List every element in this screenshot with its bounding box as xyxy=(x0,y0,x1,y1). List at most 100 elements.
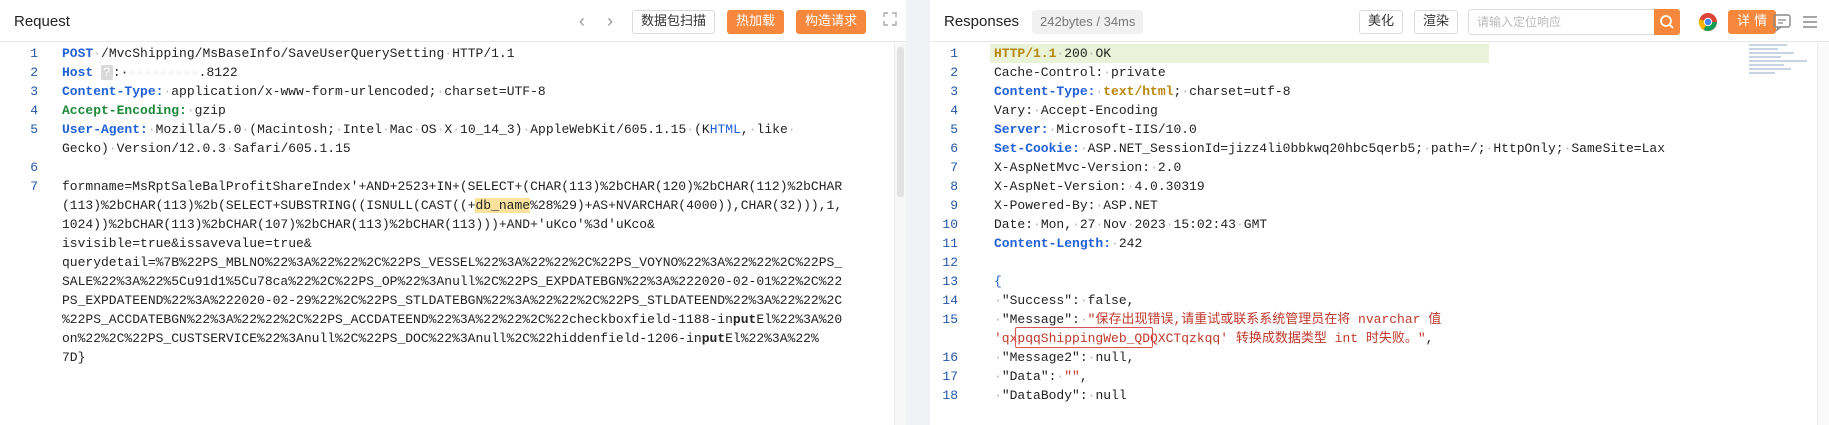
hot-load-button[interactable]: 热加载 xyxy=(727,10,785,34)
line-text: Date:·Mon,·27·Nov·2023·15:02:43·GMT xyxy=(994,215,1267,234)
code-line[interactable]: querydetail=%7B%22PS_MBLNO%22%3A%22%22%2… xyxy=(0,253,906,272)
line-text: ·"Data":·"", xyxy=(994,367,1088,386)
token: 10_14_3) xyxy=(460,122,523,137)
token: · xyxy=(1079,293,1088,308)
code-line[interactable]: 4 Accept-Encoding:·gzip xyxy=(0,101,906,120)
token: · xyxy=(787,122,796,137)
token: X-Powered-By: xyxy=(994,198,1096,213)
code-line[interactable]: 3 Content-Type:·text/html;·charset=utf-8 xyxy=(930,82,1829,101)
token: · xyxy=(108,141,117,156)
token: · xyxy=(444,46,453,61)
code-line[interactable]: on%22%2C%22PS_CUSTSERVICE%22%3Anull%2C%2… xyxy=(0,329,906,348)
code-line[interactable]: 7 formname=MsRptSaleBalProfitShareIndex'+… xyxy=(0,177,906,196)
response-minimap[interactable] xyxy=(1749,44,1813,84)
token: AppleWebKit/605.1.15 xyxy=(530,122,687,137)
token: Mon, xyxy=(1040,217,1073,232)
line-number: 12 xyxy=(942,255,958,270)
menu-icon[interactable] xyxy=(1798,10,1822,34)
code-line[interactable]: 9 X-Powered-By:·ASP.NET xyxy=(930,196,1829,215)
code-line[interactable]: 5 User-Agent:·Mozilla/5.0·(Macintosh;·Int… xyxy=(0,120,906,139)
code-line[interactable]: 2 Host ?:··········.8122 xyxy=(0,63,906,82)
token: 1024))%2bCHAR(113)%2bCHAR(107)%2bCHAR(11… xyxy=(62,217,655,232)
line-text: { xyxy=(994,272,1002,291)
token: POST xyxy=(62,46,94,61)
code-line[interactable]: PS_EXPDATEEND%22%3A%222020-02-29%22%2C%2… xyxy=(0,291,906,310)
code-line[interactable]: 6 Set-Cookie:·ASP.NET_SessionId=jizz4li0b… xyxy=(930,139,1829,158)
request-header: Request ‹ › 数据包扫描 热加载 构造请求 xyxy=(0,0,906,42)
code-line[interactable]: 8 X-AspNet-Version:·4.0.30319 xyxy=(930,177,1829,196)
response-meta-badge: 242bytes / 34ms xyxy=(1032,10,1144,34)
code-line[interactable]: 3 Content-Type:·application/x-www-form-ur… xyxy=(0,82,906,101)
token: "DataBody": xyxy=(1001,388,1088,403)
token: %28%29)+AS+NVARCHAR(4000)),CHAR(32))),1, xyxy=(530,198,843,213)
line-number: 1 xyxy=(950,46,958,61)
code-line[interactable]: 16 ·"Message2":·null, xyxy=(930,348,1829,367)
line-text: on%22%2C%22PS_CUSTSERVICE%22%3Anull%2C%2… xyxy=(62,329,819,348)
code-line[interactable]: 12 xyxy=(930,253,1829,272)
token: · xyxy=(1165,217,1174,232)
render-button[interactable]: 渲染 xyxy=(1414,10,1459,34)
build-request-button[interactable]: 构造请求 xyxy=(796,10,867,34)
code-line[interactable]: 18 ·"DataBody":·null xyxy=(930,386,1829,405)
code-line[interactable]: 13 { xyxy=(930,272,1829,291)
code-line[interactable]: 4 Vary:·Accept-Encoding xyxy=(930,101,1829,120)
code-line[interactable]: 1024))%2bCHAR(113)%2bCHAR(107)%2bCHAR(11… xyxy=(0,215,906,234)
token: "" xyxy=(1064,369,1080,384)
token: · xyxy=(994,388,1002,403)
beautify-button[interactable]: 美化 xyxy=(1359,10,1404,34)
line-text: Host ?:··········.8122 xyxy=(62,63,238,82)
code-line[interactable]: isvisible=true&issavevalue=true& xyxy=(0,234,906,253)
code-line[interactable]: 6 xyxy=(0,158,906,177)
code-line[interactable]: 7D} xyxy=(0,348,906,367)
code-line[interactable]: 5 Server:·Microsoft-IIS/10.0 xyxy=(930,120,1829,139)
response-scrollbar[interactable] xyxy=(1817,43,1829,425)
code-line[interactable]: (113)%2bCHAR(113)%2b(SELECT+SUBSTRING((I… xyxy=(0,196,906,215)
token: Accept-Encoding xyxy=(1040,103,1158,118)
pane-divider[interactable] xyxy=(906,0,930,425)
token: SALE%22%3A%22%5Cu91d1%5Cu78ca%22%2C%22PS… xyxy=(62,274,843,289)
chevron-left-icon[interactable]: ‹ xyxy=(571,10,593,32)
token: "Success": xyxy=(1001,293,1080,308)
code-line[interactable]: 1 HTTP/1.1·200·OK xyxy=(950,44,1489,63)
response-search-input[interactable] xyxy=(1468,9,1654,35)
request-title: Request xyxy=(14,13,70,30)
token: Set-Cookie: xyxy=(994,141,1080,156)
request-code-editor[interactable]: 1 POST·/MvcShipping/MsBaseInfo/SaveUserQu… xyxy=(0,43,906,425)
line-text: 7D} xyxy=(62,348,85,367)
code-line[interactable]: Gecko)·Version/12.0.3·Safari/605.1.15 xyxy=(0,139,906,158)
detail-button[interactable]: 详 情 xyxy=(1728,10,1777,34)
line-text: Server:·Microsoft-IIS/10.0 xyxy=(994,120,1197,139)
token: ? xyxy=(101,65,113,80)
code-line[interactable]: SALE%22%3A%22%5Cu91d1%5Cu78ca%22%2C%22PS… xyxy=(0,272,906,291)
code-line[interactable]: %22PS_ACCDATEBGN%22%3A%22%22%2C%22PS_ACC… xyxy=(0,310,906,329)
comment-icon[interactable] xyxy=(1770,10,1794,34)
code-line[interactable]: 7 X-AspNetMvc-Version:·2.0 xyxy=(930,158,1829,177)
token: SameSite=Lax xyxy=(1571,141,1665,156)
chrome-icon[interactable] xyxy=(1696,10,1720,34)
expand-icon[interactable] xyxy=(881,12,899,30)
token: Safari/605.1.15 xyxy=(233,141,351,156)
token: · xyxy=(186,103,195,118)
line-number: 9 xyxy=(950,198,958,213)
chevron-right-icon[interactable]: › xyxy=(599,10,621,32)
request-scrollbar-thumb[interactable] xyxy=(897,47,904,197)
line-text: Content-Type:·application/x-www-form-url… xyxy=(62,82,546,101)
response-code-viewer[interactable]: 1 HTTP/1.1·200·OK 2 Cache-Control:·private 3… xyxy=(930,43,1829,425)
code-line[interactable]: 1 POST·/MvcShipping/MsBaseInfo/SaveUserQu… xyxy=(0,44,906,63)
code-line[interactable]: 14 ·"Success":·false, xyxy=(930,291,1829,310)
token: , xyxy=(1079,369,1088,384)
code-line[interactable]: 11 Content-Length:·242 xyxy=(930,234,1829,253)
code-line[interactable]: 2 Cache-Control:·private xyxy=(930,63,1829,82)
token: .8122 xyxy=(198,65,238,80)
line-number: 18 xyxy=(942,388,958,403)
token: Server: xyxy=(994,122,1049,137)
code-line[interactable]: 10 Date:·Mon,·27·Nov·2023·15:02:43·GMT xyxy=(930,215,1829,234)
token: ASP.NET xyxy=(1103,198,1158,213)
packet-scan-button[interactable]: 数据包扫描 xyxy=(632,10,716,34)
search-button[interactable] xyxy=(1654,9,1680,35)
request-scrollbar[interactable] xyxy=(894,43,906,425)
token: · xyxy=(1072,217,1080,232)
line-text: User-Agent:·Mozilla/5.0·(Macintosh;·Inte… xyxy=(62,120,796,139)
code-line[interactable]: 17 ·"Data":·"", xyxy=(930,367,1829,386)
line-text: isvisible=true&issavevalue=true& xyxy=(62,234,312,253)
